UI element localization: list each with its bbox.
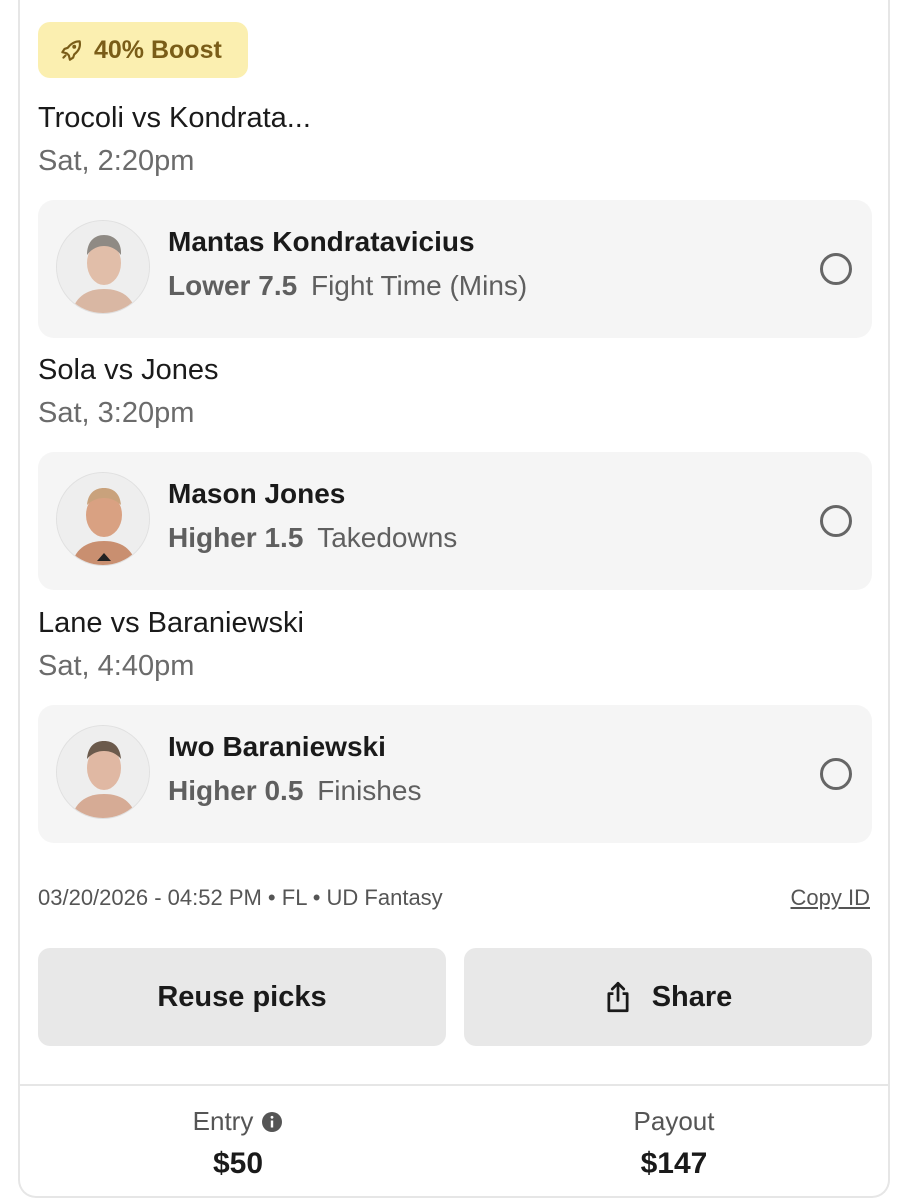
player-avatar [56,220,150,314]
fight-matchup: Trocoli vs Kondrata... [38,102,311,134]
pick-radio[interactable] [820,758,852,790]
pick-stat: Takedowns [317,522,458,553]
player-avatar [56,472,150,566]
player-name: Iwo Baraniewski [168,731,386,762]
pick-value: 0.5 [264,775,304,806]
pick-stat: Finishes [317,775,422,806]
pick-radio[interactable] [820,505,852,537]
fight-header: Lane vs Baraniewski Sat, 4:40pm [38,605,304,684]
fight-matchup: Sola vs Jones [38,354,219,386]
player-avatar [56,725,150,819]
entry-meta: 03/20/2026 - 04:52 PM • FL • UD Fantasy [38,885,443,910]
info-icon[interactable] [261,1111,283,1133]
pick-value: 1.5 [264,522,304,553]
pick-line: Lower 7.5 Fight Time (Mins) [168,270,527,302]
pick-row[interactable]: Mason Jones Higher 1.5 Takedowns [38,452,872,590]
entry-label-row: Entry [20,1106,456,1137]
pick-radio[interactable] [820,253,852,285]
boost-badge: 40% Boost [38,22,248,78]
entry-summary: Entry $50 [20,1106,456,1181]
fight-header: Sola vs Jones Sat, 3:20pm [38,352,219,431]
entry-value: $50 [212,1147,264,1180]
pick-row[interactable]: Iwo Baraniewski Higher 0.5 Finishes [38,705,872,843]
pick-direction: Higher [168,775,257,806]
payout-summary: Payout $147 [456,1106,888,1181]
pick-direction: Higher [168,522,257,553]
reuse-picks-label: Reuse picks [157,980,327,1013]
pick-line: Higher 0.5 Finishes [168,775,421,807]
copy-id-link[interactable]: Copy ID [791,885,870,911]
entry-card: 40% Boost Trocoli vs Kondrata... Sat, 2:… [18,0,890,1198]
rocket-icon [61,40,82,61]
reuse-picks-button[interactable]: Reuse picks [38,948,446,1046]
payout-value: $147 [640,1147,708,1180]
fight-header: Trocoli vs Kondrata... Sat, 2:20pm [38,100,311,179]
fight-time: Sat, 4:40pm [38,650,195,682]
fight-time: Sat, 2:20pm [38,145,195,177]
pick-row[interactable]: Mantas Kondratavicius Lower 7.5 Fight Ti… [38,200,872,338]
footer-divider [20,1084,888,1086]
share-icon [607,981,629,1013]
pick-direction: Lower [168,270,251,301]
pick-value: 7.5 [258,270,298,301]
fight-matchup: Lane vs Baraniewski [38,607,304,639]
fight-time: Sat, 3:20pm [38,397,195,429]
entry-label: Entry [192,1106,254,1136]
pick-stat: Fight Time (Mins) [310,270,528,301]
player-name: Mantas Kondratavicius [168,226,475,257]
boost-label: 40% Boost [94,35,222,64]
payout-label: Payout [633,1106,715,1136]
share-button[interactable]: Share [464,948,872,1046]
player-name: Mason Jones [168,478,346,509]
share-label: Share [651,980,733,1013]
pick-line: Higher 1.5 Takedowns [168,522,457,554]
